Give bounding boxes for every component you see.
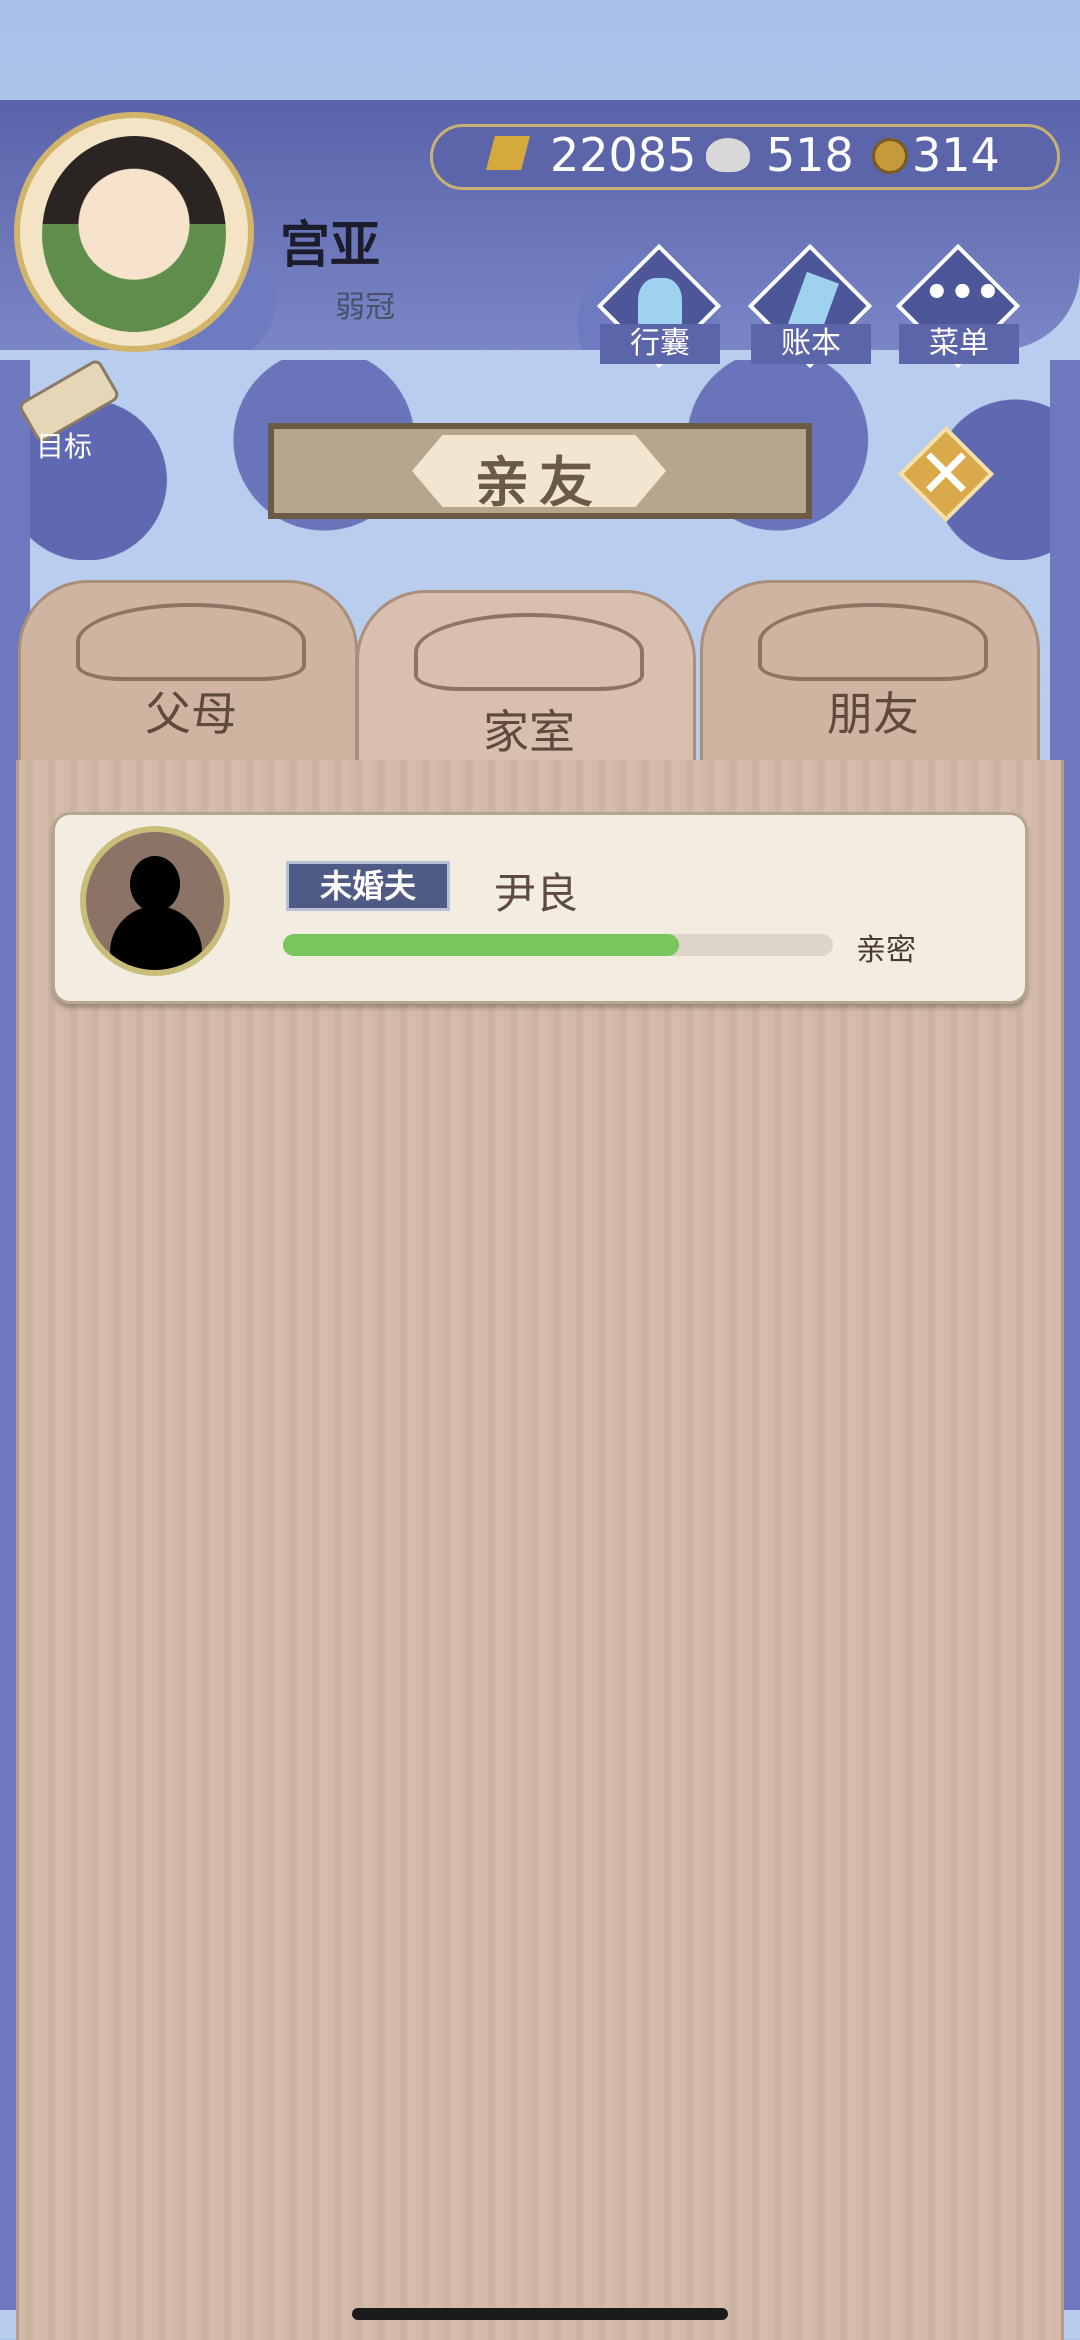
- player-age-title: 弱冠: [335, 290, 395, 325]
- player-name: 宫亚: [280, 216, 380, 274]
- page-title: 亲友: [475, 451, 603, 514]
- bag-label[interactable]: 行囊: [600, 324, 720, 364]
- close-icon[interactable]: ✕: [912, 430, 980, 520]
- coin-amount: 314: [912, 128, 1000, 182]
- player-avatar[interactable]: [14, 112, 254, 352]
- tab-friends-label[interactable]: 朋友: [703, 678, 1043, 744]
- member-avatar[interactable]: [80, 826, 230, 976]
- silver-amount: 518: [766, 128, 854, 182]
- intimacy-bar-fill: [283, 934, 679, 956]
- member-name: 尹良: [494, 869, 579, 918]
- relation-badge: 未婚夫: [286, 861, 450, 911]
- tab-friends[interactable]: 朋友: [700, 580, 1040, 780]
- tab-family[interactable]: 家室: [356, 590, 696, 770]
- goal-label[interactable]: 目标: [36, 425, 92, 465]
- copper-coin-icon: [872, 138, 908, 174]
- more-icon: •••: [924, 270, 1001, 316]
- home-indicator[interactable]: [352, 2308, 728, 2320]
- silver-ingot-icon: [706, 138, 750, 172]
- gold-amount: 22085: [550, 128, 697, 182]
- menu-label[interactable]: 菜单: [899, 324, 1019, 364]
- cloud-ornament-icon: [758, 603, 988, 681]
- cloud-ornament-icon: [414, 613, 644, 691]
- silhouette-body-icon: [110, 906, 202, 970]
- silhouette-head-icon: [130, 856, 180, 912]
- tab-parents-label[interactable]: 父母: [21, 678, 361, 744]
- tab-family-label[interactable]: 家室: [359, 696, 699, 762]
- cloud-ornament-icon: [76, 603, 306, 681]
- avatar-portrait: [42, 136, 226, 332]
- tab-parents[interactable]: 父母: [18, 580, 358, 780]
- intimacy-label: 亲密: [856, 933, 916, 968]
- ledger-label[interactable]: 账本: [751, 324, 871, 364]
